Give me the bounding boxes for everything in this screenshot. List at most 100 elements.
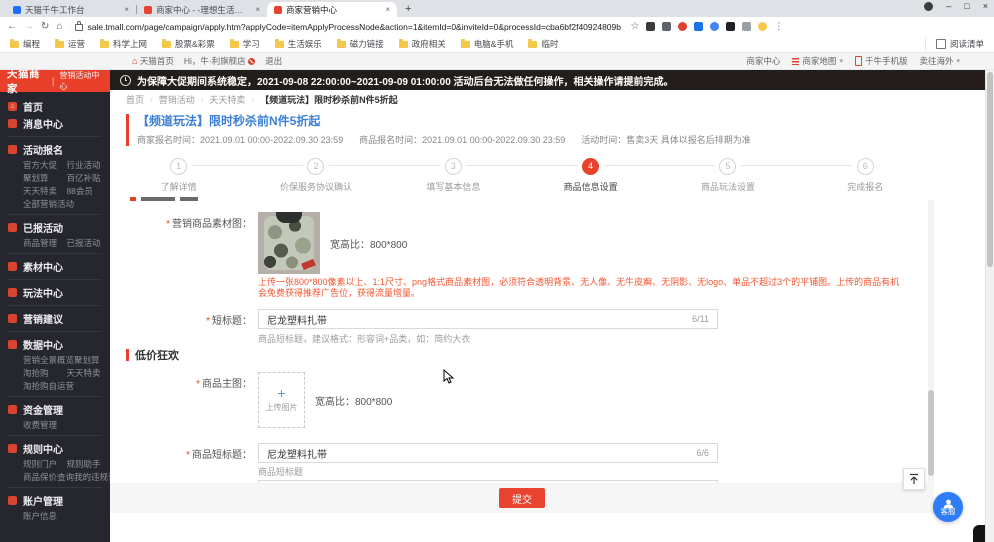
sidebar-item-已报活动[interactable]: 已报活动 xyxy=(8,219,102,236)
sidebar-sublink[interactable]: 百亿补贴 xyxy=(66,172,100,184)
bookmark-folder[interactable]: 生活娱乐 xyxy=(274,38,322,50)
breadcrumb-item[interactable]: 营销活动 xyxy=(159,93,195,106)
step-商品玩法设置[interactable]: 5 商品玩法设置 xyxy=(603,158,796,193)
bookmark-folder[interactable]: 运营 xyxy=(55,38,85,50)
folder-icon xyxy=(229,38,239,48)
ext-dark-square[interactable] xyxy=(646,22,656,31)
sidebar-sublink[interactable]: 全部营销活动 xyxy=(23,198,74,210)
url-text[interactable]: sale.tmall.com/page/campaign/apply.htm?a… xyxy=(87,22,621,32)
sidebar-item-数据中心[interactable]: 数据中心 xyxy=(8,336,102,353)
toolbar-link[interactable]: 商家地图 ▾ xyxy=(792,55,843,67)
toolbar-link[interactable]: 千牛手机版 xyxy=(854,55,907,67)
form-scrollbar[interactable] xyxy=(928,200,934,483)
reading-list-button[interactable]: 阅读清单 xyxy=(924,38,984,50)
sidebar-sublink[interactable]: 天天特卖 xyxy=(23,185,66,197)
bookmark-label: 编程 xyxy=(23,39,41,49)
bookmark-folder[interactable]: 学习 xyxy=(229,38,260,50)
sidebar-sublink[interactable]: 营销全景概览 xyxy=(23,354,74,366)
sidebar-item-活动报名[interactable]: 活动报名 xyxy=(8,141,102,158)
minimize-button[interactable]: – xyxy=(946,1,951,11)
bookmark-folder[interactable]: 科学上网 xyxy=(100,38,147,50)
sidebar-sublink[interactable]: 已报活动 xyxy=(66,237,100,249)
page-scrollbar[interactable] xyxy=(985,70,994,542)
toolbar-link[interactable]: 商家中心 xyxy=(746,55,780,67)
activity-title[interactable]: 【频道玩法】限时秒杀前N件5折起 xyxy=(137,114,751,128)
browser-tab[interactable]: 天猫千牛工作台 × xyxy=(6,2,136,17)
item-short-title-input[interactable] xyxy=(267,447,689,459)
submit-button[interactable]: 提交 xyxy=(499,488,545,508)
ext-blocker[interactable] xyxy=(678,22,688,31)
bookmark-folder[interactable]: 临时 xyxy=(528,38,558,50)
tab-close-icon[interactable]: × xyxy=(124,5,129,14)
upload-image-button[interactable]: + 上传图片 xyxy=(258,372,305,428)
back-icon[interactable]: ← xyxy=(7,21,17,32)
form-scrollbar-thumb[interactable] xyxy=(928,390,934,476)
sidebar-sublink[interactable]: 天天特卖 xyxy=(66,367,100,379)
sidebar-sublink[interactable]: 规则门户 xyxy=(23,458,66,470)
sidebar-item-资金管理[interactable]: 资金管理 xyxy=(8,401,102,418)
short-title-counter: 6/11 xyxy=(692,314,709,324)
short-title-input[interactable] xyxy=(267,313,685,325)
address-bar[interactable]: sale.tmall.com/page/campaign/apply.htm?a… xyxy=(69,20,622,33)
reload-icon[interactable]: ↻ xyxy=(41,21,49,32)
close-button[interactable]: × xyxy=(983,1,988,11)
bookmark-folder[interactable]: 编程 xyxy=(10,38,40,50)
step-商品信息设置[interactable]: 4 商品信息设置 xyxy=(466,158,659,193)
ext-avatar[interactable] xyxy=(758,22,768,31)
bookmark-folder[interactable]: 电脑&手机 xyxy=(460,38,513,50)
browser-tab[interactable]: 商家中心 - -理想生活上天猫 × xyxy=(137,2,267,17)
breadcrumb-item[interactable]: 首页 xyxy=(126,93,144,106)
sidebar-item-消息中心[interactable]: 消息中心 xyxy=(8,115,102,132)
maximize-button[interactable]: □ xyxy=(964,1,969,11)
browser-tab[interactable]: 商家营销中心 × xyxy=(267,2,397,17)
ext-x-circle[interactable] xyxy=(710,22,720,31)
sidebar-sublink[interactable]: 行业活动 xyxy=(66,159,100,171)
sidebar-item-素材中心[interactable]: 素材中心 xyxy=(8,258,102,275)
tmall-home-link[interactable]: ⌂ 天猫首页 xyxy=(132,55,174,67)
sidebar-sublink[interactable]: 聚划算 xyxy=(23,172,66,184)
step-完成报名[interactable]: 6 完成报名 xyxy=(740,158,934,193)
step-了解详情[interactable]: 1 了解详情 xyxy=(110,158,247,193)
page-scrollbar-thumb[interactable] xyxy=(987,72,993,267)
toolbar-link[interactable]: 卖往海外 ▾ xyxy=(919,55,960,67)
sidebar-sublink[interactable]: 我的违规记录 xyxy=(74,471,110,483)
tab-close-icon[interactable]: × xyxy=(385,5,390,14)
sidebar-sublink[interactable]: 淘抢购 xyxy=(23,367,66,379)
breadcrumb-item[interactable]: 天天特卖 xyxy=(209,93,245,106)
new-tab-button[interactable]: + xyxy=(405,2,411,16)
home-icon[interactable]: ⌂ xyxy=(56,21,62,32)
sidebar-sublink[interactable]: 账户信息 xyxy=(23,510,66,522)
sidebar-sublink[interactable]: 淘抢购自运营 xyxy=(23,380,74,392)
forward-icon[interactable]: → xyxy=(24,21,34,32)
sidebar-item-账户管理[interactable]: 账户管理 xyxy=(8,492,102,509)
tab-close-icon[interactable]: × xyxy=(255,5,260,14)
customer-service-button[interactable]: 客服 xyxy=(933,492,963,522)
sidebar-item-玩法中心[interactable]: 玩法中心 xyxy=(8,284,102,301)
logout-link[interactable]: 退出 xyxy=(265,55,282,67)
ext-puzzle[interactable] xyxy=(742,22,752,31)
profile-icon[interactable] xyxy=(924,1,934,11)
step-填写基本信息[interactable]: 3 填写基本信息 xyxy=(328,158,522,193)
browser-menu-icon[interactable]: ⋮ xyxy=(774,21,783,32)
sidebar-sublink[interactable]: 官方大促 xyxy=(23,159,66,171)
ext-translate[interactable] xyxy=(694,22,704,31)
sidebar-sublink[interactable]: 聚划算 xyxy=(74,354,100,366)
sidebar-sublink[interactable]: 88会员 xyxy=(66,185,92,197)
back-to-top-button[interactable] xyxy=(903,468,925,490)
material-image-thumbnail[interactable] xyxy=(258,212,320,274)
sidebar-item-营销建议[interactable]: 营销建议 xyxy=(8,310,102,327)
step-价保服务协议确认[interactable]: 2 价保服务协议确认 xyxy=(191,158,384,193)
sidebar-sublink[interactable]: 收费管理 xyxy=(23,419,66,431)
sidebar-sublink[interactable]: 规则助手 xyxy=(66,458,100,470)
bookmark-folder[interactable]: 政府相关 xyxy=(398,38,446,50)
form-scroll-region[interactable]: * 营销商品素材图： 宽高比：800*800 上传一张800*800像素以上、1:… xyxy=(110,197,934,483)
ext-black-square[interactable] xyxy=(726,22,736,31)
sidebar-sublink[interactable]: 商品保价查询 xyxy=(23,471,74,483)
sidebar-sublink[interactable]: 商品管理 xyxy=(23,237,66,249)
bookmark-star-icon[interactable]: ☆ xyxy=(630,21,639,32)
bookmark-folder[interactable]: 磁力链接 xyxy=(336,38,384,50)
sidebar-item-规则中心[interactable]: 规则中心 xyxy=(8,440,102,457)
bookmark-folder[interactable]: 股票&彩票 xyxy=(162,38,215,50)
sidebar-item-首页[interactable]: ⌂ 首页 xyxy=(8,98,102,115)
ext-screenshot[interactable] xyxy=(662,22,672,31)
